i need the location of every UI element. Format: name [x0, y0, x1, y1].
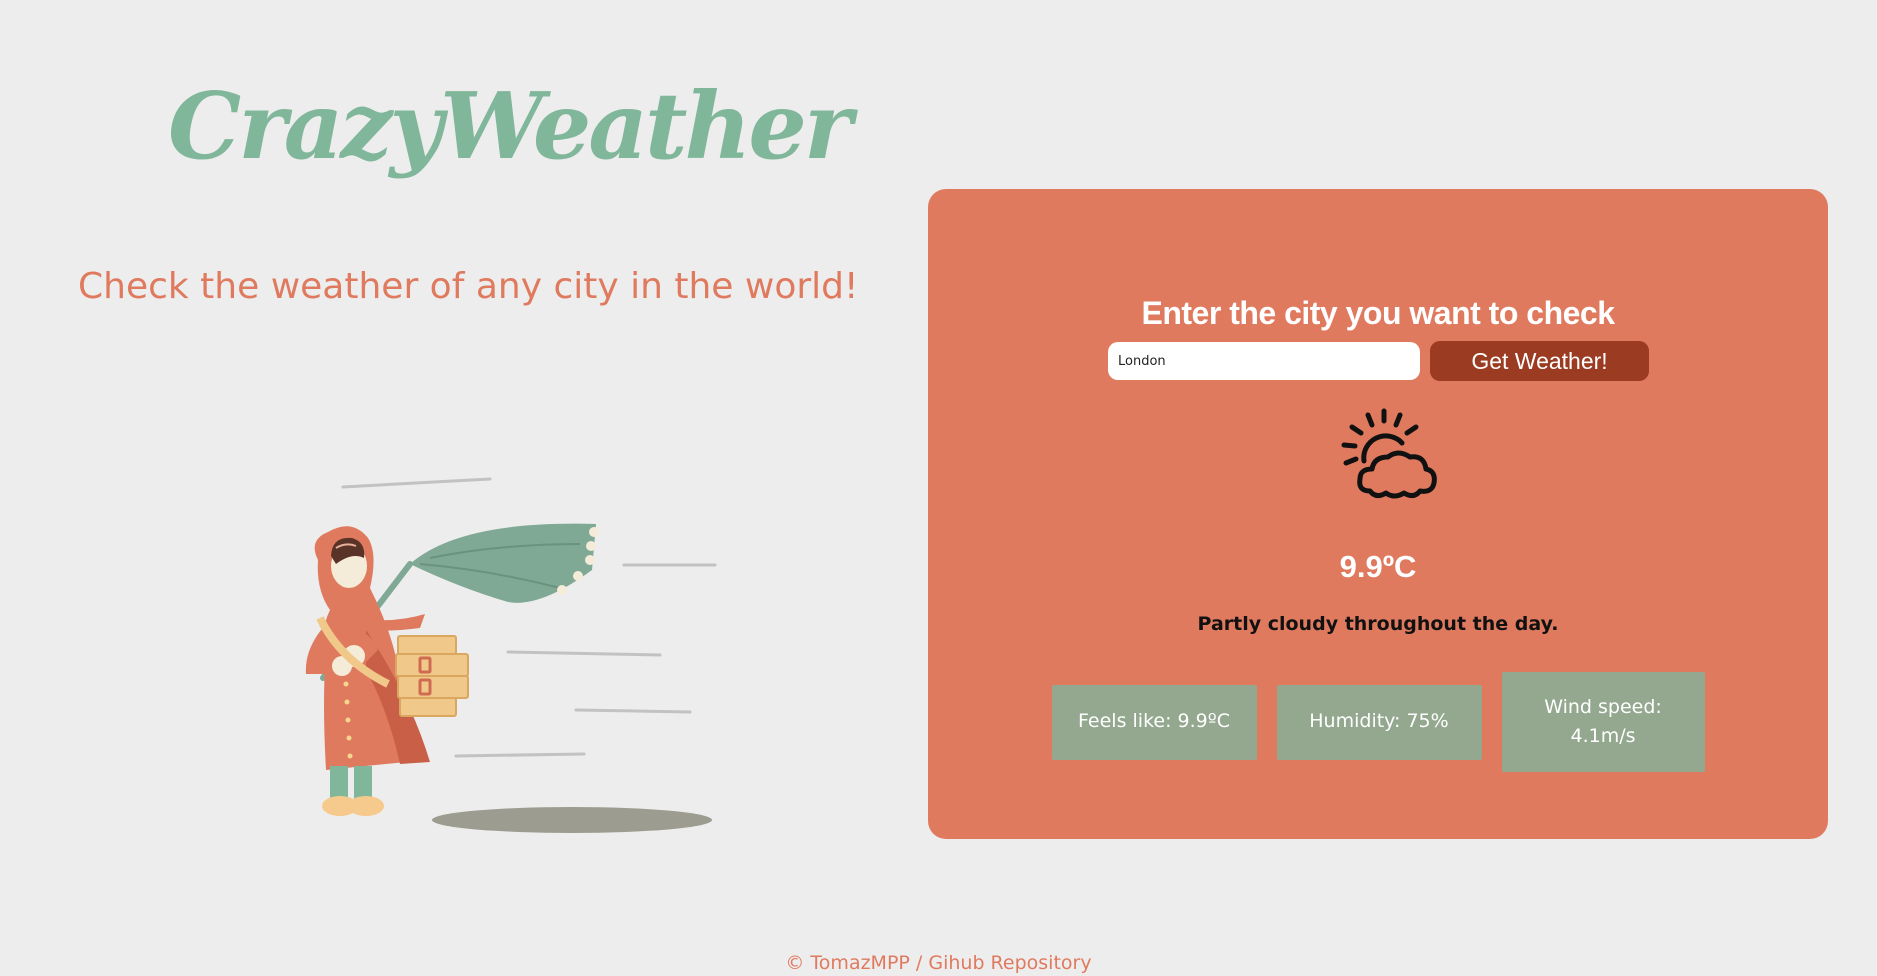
- feels-like-card: Feels like: 9.9ºC: [1051, 684, 1257, 760]
- brand-title: CrazyWeather: [168, 72, 852, 180]
- partly-cloudy-icon: [1341, 408, 1437, 499]
- weather-panel: Enter the city you want to check Get Wea…: [928, 189, 1828, 839]
- footer-separator: /: [915, 952, 923, 974]
- stats-row: Feels like: 9.9ºC Humidity: 75% Wind spe…: [928, 672, 1828, 772]
- get-weather-button[interactable]: Get Weather!: [1430, 341, 1649, 381]
- feels-like-text: Feels like: 9.9ºC: [1078, 710, 1230, 733]
- humidity-text: Humidity: 75%: [1309, 710, 1449, 733]
- panel-heading: Enter the city you want to check: [1141, 295, 1616, 331]
- search-form: Get Weather!: [1108, 341, 1649, 381]
- tagline: Check the weather of any city in the wor…: [78, 266, 859, 307]
- footer: © TomazMPP / Gihub Repository: [0, 952, 1877, 974]
- temperature-value: 9.9ºC: [1339, 549, 1417, 584]
- wind-speed-value: 4.1m/s: [1570, 725, 1636, 747]
- windy-person-illustration: [305, 477, 717, 833]
- humidity-card: Humidity: 75%: [1276, 684, 1482, 760]
- footer-author: © TomazMPP: [785, 952, 910, 974]
- city-input[interactable]: [1108, 342, 1420, 380]
- wind-speed-label: Wind speed:: [1544, 695, 1662, 718]
- weather-description: Partly cloudy throughout the day.: [1197, 613, 1559, 635]
- wind-speed-card: Wind speed: 4.1m/s: [1501, 672, 1705, 772]
- github-repository-link[interactable]: Gihub Repository: [928, 952, 1091, 974]
